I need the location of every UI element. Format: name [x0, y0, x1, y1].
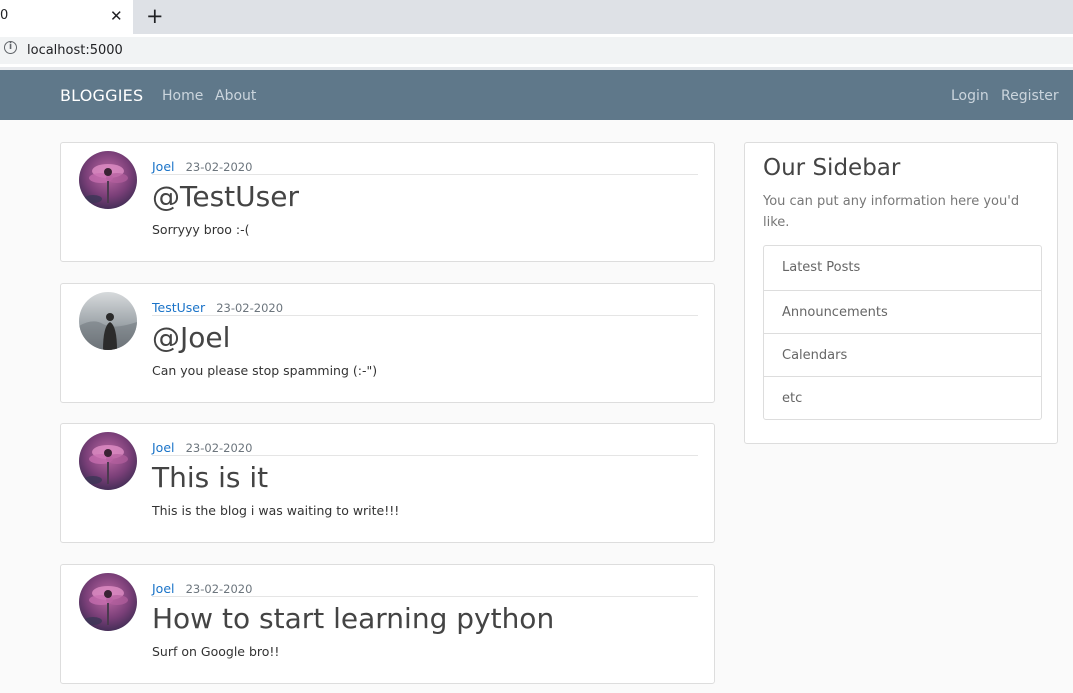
post-card: TestUser 23-02-2020 @Joel Can you please… [60, 283, 715, 403]
nav-login-link[interactable]: Login [951, 88, 989, 104]
url-field[interactable] [0, 37, 1073, 64]
flower-avatar [79, 573, 137, 631]
new-tab-icon[interactable]: + [146, 4, 164, 28]
post-card: Joel 23-02-2020 How to start learning py… [60, 564, 715, 684]
navbar: BLOGGIES Home About Login Register [0, 70, 1073, 120]
address-bar [0, 34, 1073, 67]
post-author-link[interactable]: Joel [152, 440, 175, 455]
nav-home-link[interactable]: Home [162, 88, 203, 104]
post-title[interactable]: How to start learning python [152, 602, 554, 636]
sidebar: Our Sidebar You can put any information … [744, 142, 1058, 444]
sidebar-item-announcements[interactable]: Announcements [764, 290, 1041, 333]
post-author-link[interactable]: Joel [152, 581, 175, 596]
flower-avatar [79, 151, 137, 209]
nav-register-link[interactable]: Register [1001, 88, 1059, 104]
post-date: 23-02-2020 [185, 160, 253, 174]
post-meta: Joel 23-02-2020 [152, 437, 698, 456]
post-card: Joel 23-02-2020 This is it This is the b… [60, 423, 715, 543]
post-meta: Joel 23-02-2020 [152, 578, 698, 597]
post-card: Joel 23-02-2020 @TestUser Sorryyy broo :… [60, 142, 715, 262]
browser-tab[interactable]: 0 ✕ [0, 0, 133, 34]
info-icon[interactable]: i [4, 41, 17, 54]
post-date: 23-02-2020 [216, 301, 284, 315]
sidebar-item-latest-posts[interactable]: Latest Posts [764, 246, 1041, 290]
post-body: Can you please stop spamming (:-") [152, 363, 378, 378]
close-tab-icon[interactable]: ✕ [110, 7, 123, 25]
sidebar-item-calendars[interactable]: Calendars [764, 333, 1041, 376]
browser-tab-strip: 0 ✕ + [0, 0, 1073, 34]
flower-avatar [79, 432, 137, 490]
sidebar-list: Latest Posts Announcements Calendars etc [763, 245, 1042, 420]
post-author-link[interactable]: Joel [152, 159, 175, 174]
post-body: This is the blog i was waiting to write!… [152, 503, 400, 518]
post-title[interactable]: @TestUser [152, 180, 299, 214]
post-body: Sorryyy broo :-( [152, 222, 250, 237]
person-avatar [79, 292, 137, 350]
url-text[interactable]: localhost:5000 [27, 43, 123, 58]
tab-title: 0 [0, 8, 9, 23]
post-date: 23-02-2020 [185, 582, 253, 596]
post-title[interactable]: This is it [152, 461, 268, 495]
brand-logo[interactable]: BLOGGIES [60, 86, 143, 105]
post-author-link[interactable]: TestUser [152, 300, 205, 315]
post-meta: Joel 23-02-2020 [152, 156, 698, 175]
post-title[interactable]: @Joel [152, 321, 230, 355]
post-body: Surf on Google bro!! [152, 644, 280, 659]
sidebar-description: You can put any information here you'd l… [763, 194, 1020, 230]
nav-about-link[interactable]: About [215, 88, 256, 104]
sidebar-item-etc[interactable]: etc [764, 376, 1041, 419]
post-date: 23-02-2020 [185, 441, 253, 455]
post-meta: TestUser 23-02-2020 [152, 297, 698, 316]
sidebar-title: Our Sidebar [763, 155, 901, 181]
